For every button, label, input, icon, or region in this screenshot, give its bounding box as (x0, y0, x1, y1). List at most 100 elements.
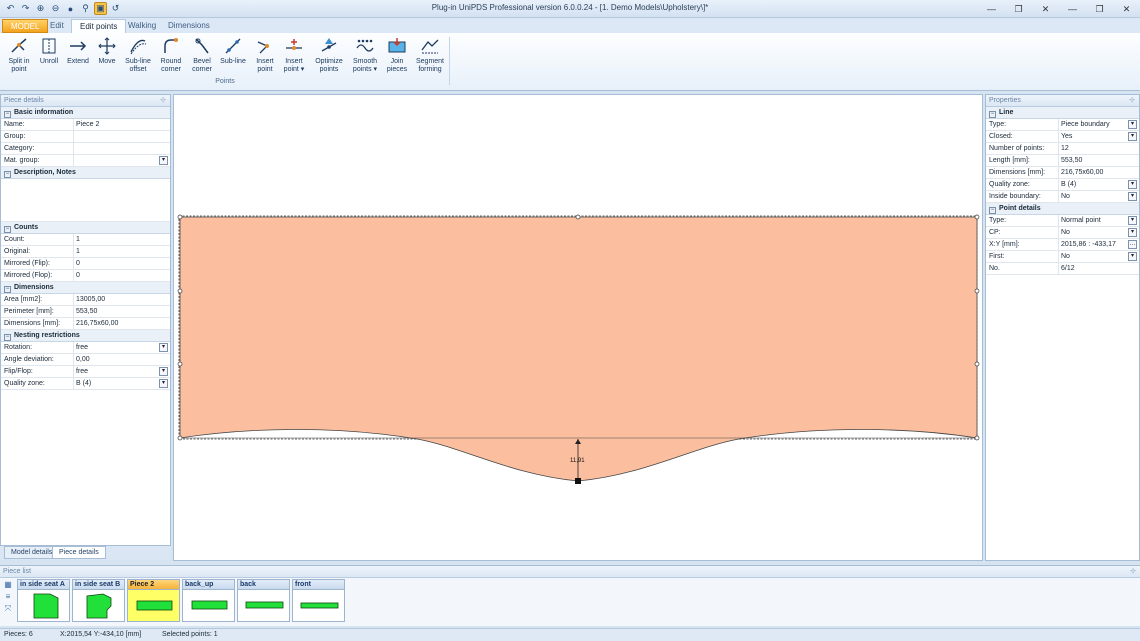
fit-view-icon[interactable]: ⤧ (2, 604, 14, 616)
property-row-rotation[interactable]: Rotation: free ▾ (1, 342, 170, 354)
point-handle[interactable] (974, 435, 980, 441)
property-row-length[interactable]: Length [mm]: 553,50 (986, 155, 1139, 167)
tab-piece-details[interactable]: Piece details (52, 546, 106, 559)
property-row-type[interactable]: Type: Piece boundary ▾ (986, 119, 1139, 131)
piece-thumb-back-up[interactable]: back_up (182, 579, 235, 622)
property-value[interactable]: 1 (76, 248, 80, 255)
description-notes-section[interactable]: − Description, Notes (1, 167, 170, 179)
selected-point[interactable] (575, 478, 581, 484)
collapse-icon[interactable]: − (989, 111, 996, 118)
move-button[interactable]: Move (94, 36, 120, 66)
line-section[interactable]: − Line (986, 107, 1139, 119)
dropdown-icon[interactable]: ▾ (1128, 180, 1137, 189)
dropdown-icon[interactable]: ▾ (159, 156, 168, 165)
split-in-point-button[interactable]: Split in point (4, 36, 34, 74)
tab-dimensions[interactable]: Dimensions (160, 19, 218, 33)
property-value[interactable]: Yes (1061, 133, 1072, 140)
close-icon[interactable]: ✕ (1113, 0, 1140, 18)
property-row-inside-boundary[interactable]: Inside boundary: No ▾ (986, 191, 1139, 203)
property-row-mirrored-flip[interactable]: Mirrored (Flip): 0 (1, 258, 170, 270)
collapse-icon[interactable]: − (989, 207, 996, 214)
point-handle[interactable] (575, 214, 581, 220)
point-handle[interactable] (177, 361, 183, 367)
piece-thumb-piece-2[interactable]: Piece 2 (127, 579, 180, 622)
property-row-group[interactable]: Group: (1, 131, 170, 143)
collapse-icon[interactable]: − (4, 111, 11, 118)
close-icon[interactable]: ✕ (1032, 0, 1059, 18)
sub-line-button[interactable]: Sub-line (219, 36, 247, 66)
round-corner-button[interactable]: Round corner (157, 36, 185, 74)
property-value[interactable]: 2015,86 : -433,17 (1061, 241, 1116, 248)
tab-edit[interactable]: Edit (42, 19, 72, 33)
dropdown-icon[interactable]: ▾ (1128, 228, 1137, 237)
tab-walking[interactable]: Walking (120, 19, 164, 33)
dropdown-icon[interactable]: ▾ (1128, 120, 1137, 129)
property-row-category[interactable]: Category: (1, 143, 170, 155)
ellipsis-icon[interactable]: … (1128, 240, 1137, 249)
property-row-quality-zone[interactable]: Quality zone: B (4) ▾ (986, 179, 1139, 191)
property-row-name[interactable]: Name: Piece 2 (1, 119, 170, 131)
property-row-first[interactable]: First: No ▾ (986, 251, 1139, 263)
property-value[interactable]: No (1061, 193, 1070, 200)
dropdown-icon[interactable]: ▾ (1128, 216, 1137, 225)
piece-thumb-in-side-seat-a[interactable]: in side seat A (17, 579, 70, 622)
collapse-icon[interactable]: − (4, 286, 11, 293)
property-row-closed[interactable]: Closed: Yes ▾ (986, 131, 1139, 143)
extend-button[interactable]: Extend (64, 36, 92, 66)
pin-icon[interactable]: ⊹ (160, 96, 166, 104)
property-value[interactable]: 1 (76, 236, 80, 243)
dimensions-section[interactable]: − Dimensions (1, 282, 170, 294)
unroll-button[interactable]: Unroll (36, 36, 62, 66)
property-value[interactable]: Piece 2 (76, 121, 99, 128)
nesting-restrictions-section[interactable]: − Nesting restrictions (1, 330, 170, 342)
point-handle[interactable] (177, 435, 183, 441)
property-row-quality-zone[interactable]: Quality zone: B (4) ▾ (1, 378, 170, 390)
point-handle[interactable] (974, 214, 980, 220)
property-row-flip-flop[interactable]: Flip/Flop: free ▾ (1, 366, 170, 378)
drawing-canvas[interactable]: 11,91 (173, 94, 983, 561)
piece-thumb-in-side-seat-b[interactable]: in side seat B (72, 579, 125, 622)
minimize-icon[interactable]: — (978, 0, 1005, 18)
smooth-points-button[interactable]: Smooth points ▾ (349, 36, 381, 74)
tab-model-details[interactable]: Model details (4, 546, 60, 559)
property-value[interactable]: 0,00 (76, 356, 90, 363)
point-handle[interactable] (177, 214, 183, 220)
restore-icon[interactable]: ❐ (1005, 0, 1032, 18)
property-value[interactable]: B (4) (1061, 181, 1076, 188)
dropdown-icon[interactable]: ▾ (1128, 132, 1137, 141)
point-handle[interactable] (974, 361, 980, 367)
insert-point-menu-button[interactable]: Insert point ▾ (280, 36, 308, 74)
collapse-icon[interactable]: − (4, 171, 11, 178)
description-notes-field[interactable] (1, 179, 170, 222)
pin-icon[interactable]: ⊹ (1129, 96, 1135, 104)
property-value[interactable]: No (1061, 253, 1070, 260)
point-handle[interactable] (177, 288, 183, 294)
property-value[interactable]: 0 (76, 272, 80, 279)
piece-thumb-front[interactable]: front (292, 579, 345, 622)
property-row-original[interactable]: Original: 1 (1, 246, 170, 258)
canvas-drawing[interactable]: 11,91 (174, 95, 984, 562)
dropdown-icon[interactable]: ▾ (1128, 192, 1137, 201)
property-value[interactable]: Piece boundary (1061, 121, 1110, 128)
property-row-dimensions[interactable]: Dimensions [mm]: 216,75x60,00 (986, 167, 1139, 179)
property-row-count[interactable]: Count: 1 (1, 234, 170, 246)
point-handle[interactable] (974, 288, 980, 294)
sub-line-offset-button[interactable]: Sub-line offset (122, 36, 154, 74)
collapse-icon[interactable]: − (4, 226, 11, 233)
property-row-area[interactable]: Area [mm2]: 13005,00 (1, 294, 170, 306)
join-pieces-button[interactable]: Join pieces (383, 36, 411, 74)
property-value[interactable]: Normal point (1061, 217, 1101, 224)
counts-section[interactable]: − Counts (1, 222, 170, 234)
property-row-number-of-points[interactable]: Number of points: 12 (986, 143, 1139, 155)
property-row-dimensions[interactable]: Dimensions [mm]: 216,75x60,00 (1, 318, 170, 330)
optimize-points-button[interactable]: Optimize points (312, 36, 346, 74)
property-row-mat-group[interactable]: Mat. group: ▾ (1, 155, 170, 167)
property-row-point-type[interactable]: Type: Normal point ▾ (986, 215, 1139, 227)
property-value[interactable]: No (1061, 229, 1070, 236)
minimize-icon[interactable]: — (1059, 0, 1086, 18)
grid-view-icon[interactable]: ▦ (2, 580, 14, 592)
dropdown-icon[interactable]: ▾ (1128, 252, 1137, 261)
property-value[interactable]: B (4) (76, 380, 91, 387)
piece-thumb-back[interactable]: back (237, 579, 290, 622)
pin-icon[interactable]: ⊹ (1130, 567, 1136, 575)
